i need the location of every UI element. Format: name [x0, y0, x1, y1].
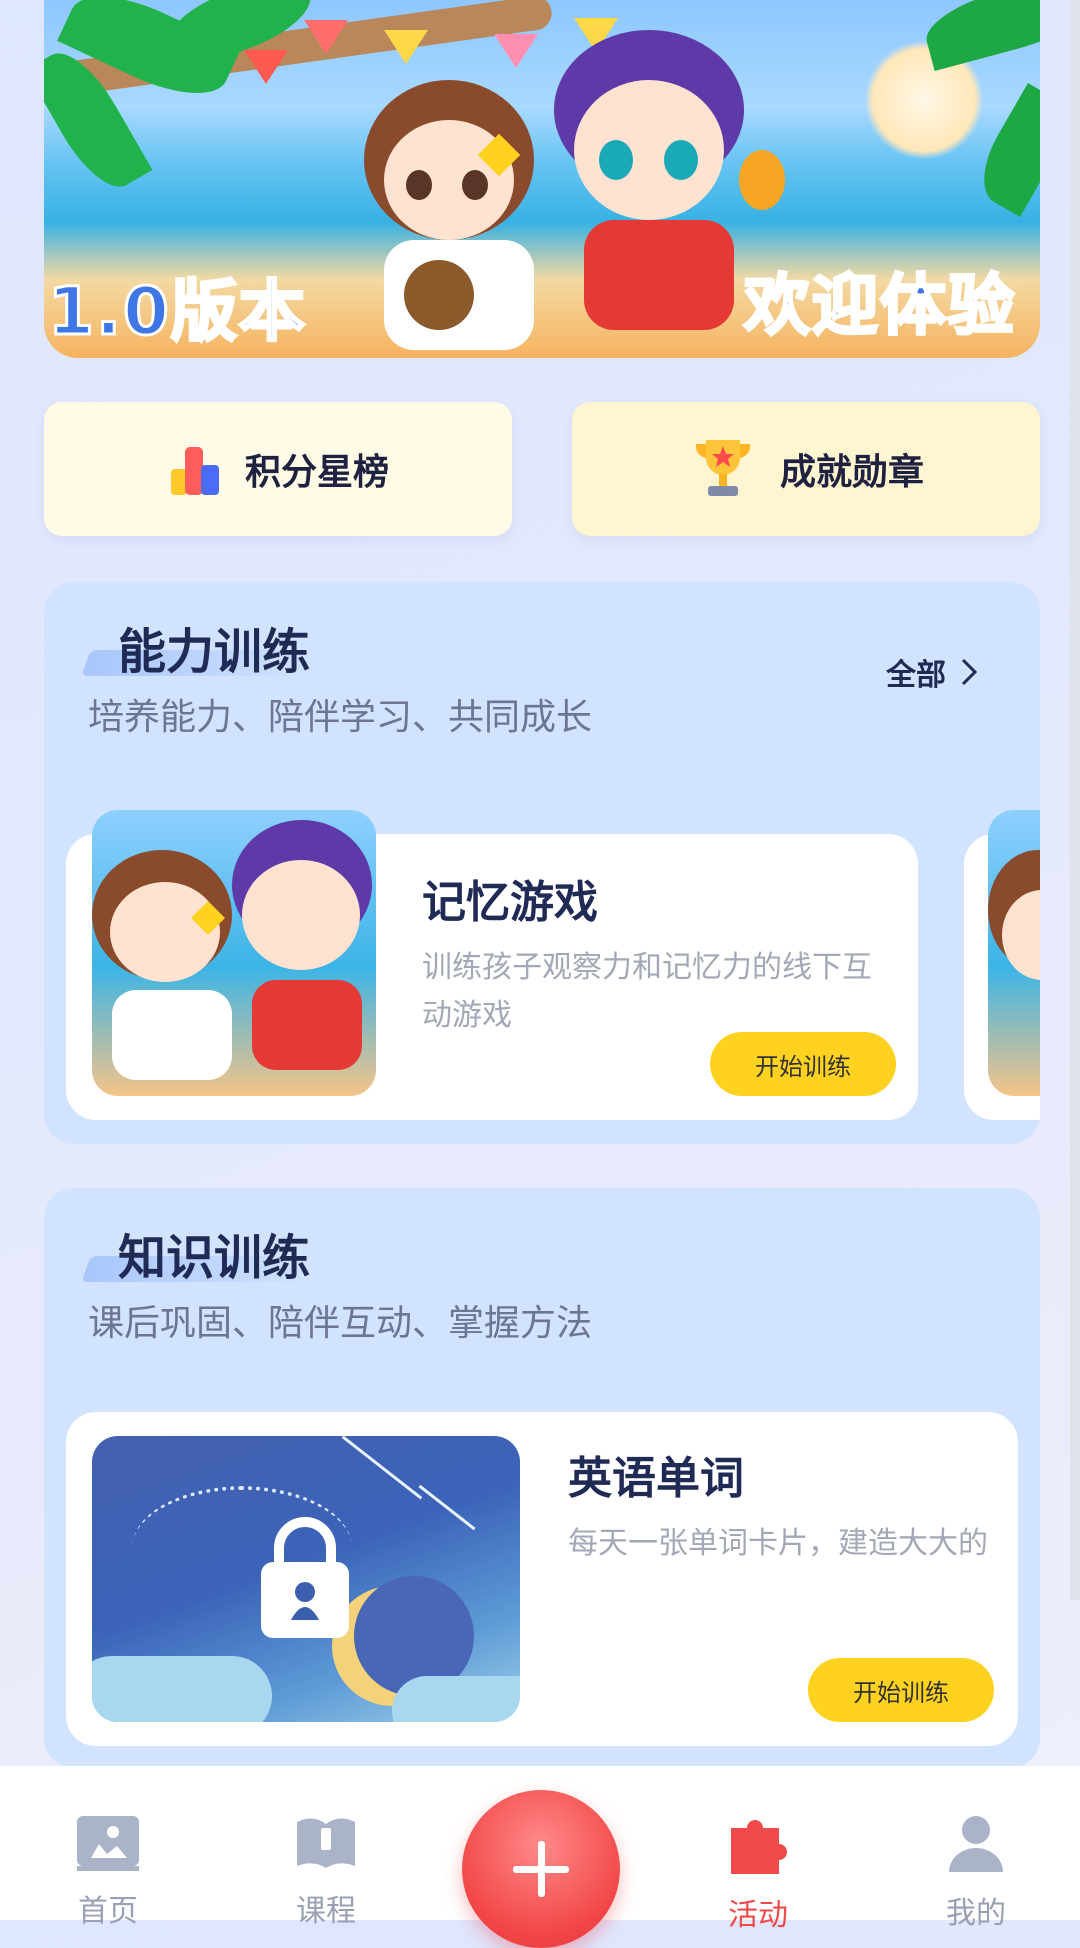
home-icon: [77, 1816, 139, 1871]
nav-courses[interactable]: 课程: [266, 1814, 386, 1930]
bar-chart-icon: [170, 447, 219, 495]
achievement-medals-card[interactable]: 成就勋章: [572, 402, 1040, 536]
nav-activities-label: 活动: [728, 1898, 788, 1933]
scrollbar[interactable]: [1070, 0, 1080, 1600]
memory-game-thumbnail: [92, 810, 376, 1096]
section-title: 能力训练: [118, 624, 311, 680]
view-all-label: 全部: [886, 658, 946, 693]
nav-home[interactable]: 首页: [48, 1814, 168, 1930]
card-description: 训练孩子观察力和记忆力的线下互动游戏: [422, 950, 872, 1033]
points-leaderboard-label: 积分星榜: [244, 452, 389, 493]
points-leaderboard-card[interactable]: 积分星榜: [44, 402, 512, 536]
promo-banner[interactable]: 1.0版本 欢迎体验: [44, 0, 1040, 358]
english-words-card[interactable]: 英语单词 每天一张单词卡片，建造大大的 开始训练: [66, 1412, 1018, 1746]
section-subtitle: 培养能力、陪伴学习、共同成长: [88, 697, 593, 738]
nav-mine-label: 我的: [946, 1896, 1006, 1931]
pennant-decoration: [244, 50, 288, 84]
start-training-button[interactable]: 开始训练: [808, 1658, 994, 1722]
nav-mine[interactable]: 我的: [916, 1814, 1036, 1932]
leaf-decoration: [919, 0, 1040, 71]
banner-left-text: 1.0版本: [47, 272, 307, 352]
puzzle-icon: [731, 1820, 787, 1874]
nav-home-label: 首页: [78, 1894, 138, 1929]
nav-courses-label: 课程: [296, 1894, 356, 1929]
section-subtitle: 课后巩固、陪伴互动、掌握方法: [88, 1303, 593, 1344]
card-title: 英语单词: [568, 1453, 744, 1504]
view-all-link[interactable]: 全部: [886, 650, 978, 694]
english-words-thumbnail: [92, 1436, 520, 1722]
plus-button[interactable]: [462, 1790, 620, 1948]
trophy-icon: [695, 440, 751, 496]
knowledge-training-section: 知识训练 课后巩固、陪伴互动、掌握方法 英语单词 每天一张单词卡片，建造大大的 …: [44, 1188, 1040, 1768]
pennant-decoration: [384, 30, 428, 64]
banner-right-text: 欢迎体验: [743, 266, 1016, 346]
start-training-button[interactable]: 开始训练: [710, 1032, 896, 1096]
section-title: 知识训练: [118, 1230, 311, 1286]
ability-training-section: 能力训练 培养能力、陪伴学习、共同成长 全部 记忆游戏 训练孩子观察力和记忆力的…: [44, 582, 1040, 1144]
achievement-medals-label: 成就勋章: [779, 452, 924, 493]
card-title: 记忆游戏: [422, 877, 598, 928]
lock-icon: [261, 1517, 349, 1638]
next-card-thumbnail: [988, 810, 1040, 1096]
pennant-decoration: [304, 20, 348, 54]
card-description: 每天一张单词卡片，建造大大的: [568, 1526, 988, 1561]
user-icon: [949, 1816, 1003, 1872]
nav-activities[interactable]: 活动: [698, 1814, 818, 1934]
chevron-right-icon: [961, 658, 978, 686]
pennant-decoration: [494, 34, 538, 68]
book-icon: [297, 1818, 355, 1868]
